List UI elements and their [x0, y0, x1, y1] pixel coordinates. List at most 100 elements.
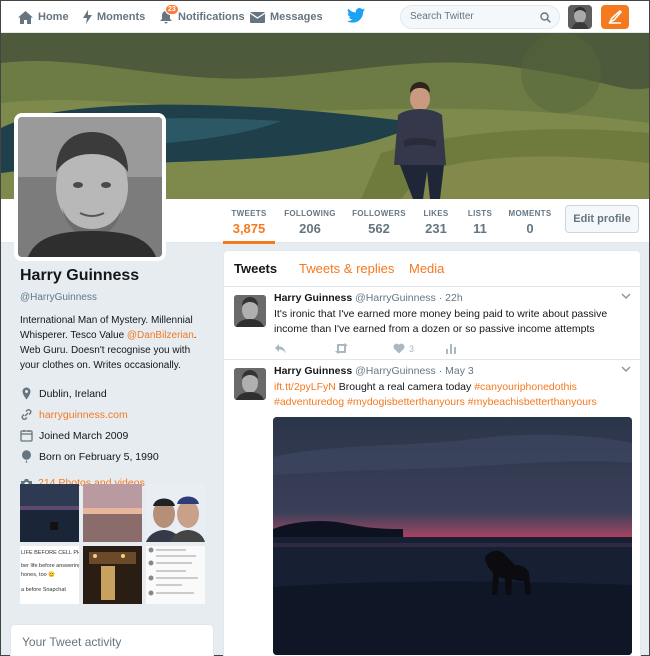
stat-following[interactable]: FOLLOWING 206: [283, 199, 337, 243]
dog-sunset-photo: [273, 417, 632, 655]
photo-thumb-sunset-beach[interactable]: [83, 484, 142, 542]
notifications-badge: 23: [165, 4, 179, 15]
stat-tweets[interactable]: TWEETS 3,875: [223, 199, 275, 244]
tweet-avatar[interactable]: [234, 368, 266, 400]
stat-tweets-value: 3,875: [232, 221, 266, 236]
nav-messages[interactable]: Messages: [250, 1, 323, 33]
tweet-meta[interactable]: @HarryGuinness · May 3: [355, 365, 474, 377]
profile-avatar[interactable]: [14, 113, 166, 261]
nav-notifications-label: Notifications: [178, 11, 245, 23]
photo-thumb-bar[interactable]: [83, 546, 142, 604]
stat-following-label: FOLLOWING: [284, 209, 336, 218]
tweet-author-name[interactable]: Harry Guinness: [274, 365, 352, 377]
joined-row: Joined March 2009: [20, 425, 210, 446]
reply-button[interactable]: [274, 343, 287, 354]
retweet-button[interactable]: [334, 343, 349, 354]
nav-moments[interactable]: Moments: [83, 1, 145, 33]
tab-tweets-replies[interactable]: Tweets & replies: [299, 261, 394, 276]
timeline-tabs: Tweets Tweets & replies Media: [224, 251, 640, 287]
chevron-down-icon[interactable]: [621, 366, 631, 373]
compose-icon: [608, 9, 623, 24]
location-row: Dublin, Ireland: [20, 383, 210, 404]
website-row: harryguinness.com: [20, 404, 210, 425]
home-icon: [18, 10, 33, 24]
tweet-header: Harry Guinness @HarryGuinness · May 3: [274, 365, 474, 377]
photo-thumb-text-meme[interactable]: LIFE BEFORE CELL PHONE ber life before a…: [20, 546, 79, 604]
profile-avatar-image: [18, 117, 162, 257]
tweet-meta[interactable]: @HarryGuinness · 22h: [355, 292, 463, 304]
tweet-hashtag[interactable]: #canyouriphonedothis: [474, 381, 577, 393]
website-link[interactable]: harryguinness.com: [39, 409, 128, 421]
nav-home-label: Home: [38, 11, 69, 23]
calendar-icon: [20, 430, 33, 442]
profile-bio: International Man of Mystery. Millennial…: [20, 313, 210, 373]
stat-moments-value: 0: [526, 221, 534, 236]
tweet-link[interactable]: ift.tt/2pyLFyN: [274, 381, 336, 393]
like-button[interactable]: 3: [393, 343, 414, 354]
compose-tweet-button[interactable]: [601, 5, 629, 29]
location-pin-icon: [22, 387, 31, 400]
profile-card: Harry Guinness @HarryGuinness Internatio…: [20, 267, 210, 489]
location-text: Dublin, Ireland: [39, 387, 107, 400]
thumb-text-line-2: ber life before answering m: [21, 563, 79, 569]
thumb-text-line-1: LIFE BEFORE CELL PHONE: [21, 550, 79, 556]
photo-thumb-dog-dusk[interactable]: [20, 484, 79, 542]
thumb-text-line-4: a before Snapchat: [21, 587, 66, 593]
tweet-photo[interactable]: [273, 417, 632, 655]
tab-media[interactable]: Media: [409, 261, 444, 276]
twitter-bird-icon[interactable]: [347, 8, 365, 23]
timeline: Tweets Tweets & replies Media Harry Guin…: [223, 250, 641, 656]
photo-thumbnails: LIFE BEFORE CELL PHONE ber life before a…: [20, 484, 208, 604]
tweet-hashtags[interactable]: #adventuredog #mydogisbetterthanyours #m…: [274, 396, 597, 408]
stat-likes[interactable]: LIKES 231: [419, 199, 453, 243]
search-placeholder: Search Twitter: [410, 11, 474, 22]
thumb-text-line-3: hones, too 😊: [21, 572, 56, 578]
search-icon[interactable]: [540, 12, 551, 23]
tweet-actions: 3: [274, 343, 474, 357]
stat-followers-label: FOLLOWERS: [352, 209, 406, 218]
search-input[interactable]: Search Twitter: [400, 5, 560, 29]
balloon-icon: [22, 450, 31, 463]
heart-icon: [393, 343, 405, 354]
stat-following-value: 206: [299, 221, 321, 236]
tweet-text: It's ironic that I've earned more money …: [274, 308, 608, 335]
link-icon: [21, 409, 32, 420]
joined-text: Joined March 2009: [39, 429, 129, 442]
nav-notifications[interactable]: 23 Notifications: [159, 1, 245, 33]
tweet-activity-title: Your Tweet activity: [22, 635, 122, 649]
photo-thumb-screenshot[interactable]: [146, 546, 205, 604]
tweet-author-name[interactable]: Harry Guinness: [274, 292, 352, 304]
tweet-avatar[interactable]: [234, 295, 266, 327]
tab-tweets[interactable]: Tweets: [234, 261, 277, 276]
stat-followers[interactable]: FOLLOWERS 562: [351, 199, 407, 243]
profile-meta: Dublin, Ireland harryguinness.com Joined…: [20, 383, 210, 467]
analytics-button[interactable]: [445, 343, 456, 354]
stat-lists-label: LISTS: [467, 209, 493, 218]
nav-avatar[interactable]: [568, 5, 592, 29]
stat-tweets-label: TWEETS: [231, 209, 267, 218]
tweet-item[interactable]: Harry Guinness @HarryGuinness · 22h It's…: [224, 287, 640, 360]
photo-thumb-selfie-snow[interactable]: [146, 484, 205, 542]
stat-followers-value: 562: [368, 221, 390, 236]
nav-home[interactable]: Home: [18, 1, 69, 33]
born-row: Born on February 5, 1990: [20, 446, 210, 467]
profile-handle[interactable]: @HarryGuinness: [20, 292, 210, 303]
chevron-down-icon[interactable]: [621, 293, 631, 300]
avatar-image: [568, 5, 592, 29]
profile-name[interactable]: Harry Guinness: [20, 267, 210, 285]
stat-moments-label: MOMENTS: [508, 209, 552, 218]
analytics-icon: [446, 344, 456, 354]
top-nav: Home Moments 23 Notifications Messages S…: [1, 1, 649, 33]
thumb-text: LIFE BEFORE CELL PHONE ber life before a…: [20, 546, 79, 598]
retweet-icon: [335, 343, 348, 354]
born-text: Born on February 5, 1990: [39, 450, 159, 463]
stat-lists-value: 11: [473, 221, 487, 236]
stat-moments[interactable]: MOMENTS 0: [507, 199, 553, 243]
bio-mention-link[interactable]: @DanBilzerian: [127, 330, 194, 341]
edit-profile-button[interactable]: Edit profile: [565, 205, 639, 233]
tweet-header: Harry Guinness @HarryGuinness · 22h: [274, 292, 463, 304]
like-count: 3: [409, 343, 415, 354]
tweet-activity-card[interactable]: Your Tweet activity: [10, 624, 214, 656]
stat-lists[interactable]: LISTS 11: [465, 199, 495, 243]
stat-likes-label: LIKES: [423, 209, 449, 218]
